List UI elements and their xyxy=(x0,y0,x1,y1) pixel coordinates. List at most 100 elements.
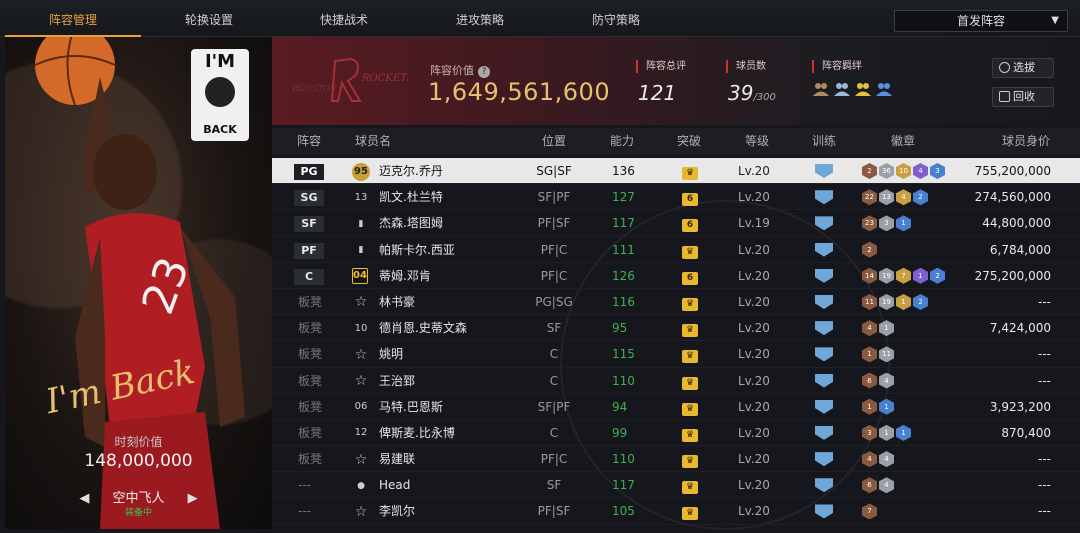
badges-cell[interactable]: 64 xyxy=(862,368,894,393)
recall-button[interactable]: 回收 xyxy=(992,87,1054,107)
breakthrough-cell[interactable]: 6 xyxy=(682,210,698,235)
training-cell[interactable] xyxy=(815,394,833,419)
chemistry-icons[interactable] xyxy=(812,81,893,97)
table-row[interactable]: PF ▮ 帕斯卡尔.西亚 PF|C 111 ♛ Lv.20 2 6,784,000 xyxy=(272,237,1080,263)
slot-cell[interactable]: PF xyxy=(294,237,324,262)
badges-cell[interactable]: 23 3 1 xyxy=(862,210,911,235)
next-skin-icon[interactable]: ▶ xyxy=(183,491,203,506)
header-power[interactable]: 能力 xyxy=(610,128,634,155)
chemistry-icon-2[interactable] xyxy=(833,81,851,97)
player-name[interactable]: 帕斯卡尔.西亚 xyxy=(379,237,455,262)
table-row[interactable]: 板凳 ☆ 姚明 C 115 ♛ Lv.20 1 11 --- xyxy=(272,341,1080,368)
training-cell[interactable] xyxy=(815,368,833,393)
player-name[interactable]: Head xyxy=(379,472,410,497)
player-name[interactable]: 姚明 xyxy=(379,341,403,366)
header-breakthrough[interactable]: 突破 xyxy=(677,128,701,155)
training-cell[interactable] xyxy=(815,289,833,314)
table-row[interactable]: 板凳 ☆ 林书豪 PG|SG 116 ♛ Lv.20 11 19 1 2 --- xyxy=(272,289,1080,316)
player-name[interactable]: 俾斯麦.比永博 xyxy=(379,420,455,445)
slot-cell[interactable]: 板凳 xyxy=(294,446,322,471)
breakthrough-cell[interactable]: 6 xyxy=(682,263,698,288)
training-cell[interactable] xyxy=(815,446,833,471)
training-cell[interactable] xyxy=(815,498,833,523)
slot-cell[interactable]: 板凳 xyxy=(294,420,322,445)
slot-cell[interactable]: C xyxy=(294,263,324,288)
badges-cell[interactable]: 41 xyxy=(862,315,894,340)
player-name[interactable]: 杰森.塔图姆 xyxy=(379,210,443,235)
badges-cell[interactable]: 44 xyxy=(862,446,894,471)
table-row[interactable]: 板凳 10 德肖恩.史蒂文森 SF 95 ♛ Lv.20 4 1 7,424,000 xyxy=(272,315,1080,342)
slot-cell[interactable]: 板凳 xyxy=(294,368,322,393)
breakthrough-cell[interactable]: ♛ xyxy=(682,158,698,183)
breakthrough-cell[interactable]: ♛ xyxy=(682,446,698,471)
training-cell[interactable] xyxy=(815,341,833,366)
chemistry-icon-1[interactable] xyxy=(812,81,830,97)
slot-cell[interactable]: 板凳 xyxy=(294,289,322,314)
table-row[interactable]: SF ▮ 杰森.塔图姆 PF|SF 117 6 Lv.19 23 3 1 44,800,000 xyxy=(272,210,1080,237)
slot-cell[interactable]: --- xyxy=(294,498,311,523)
badges-cell[interactable]: 64 xyxy=(862,472,894,497)
breakthrough-cell[interactable]: ♛ xyxy=(682,498,698,523)
table-row[interactable]: --- ☆ 李凯尔 PF|SF 105 ♛ Lv.20 7 --- xyxy=(272,498,1080,525)
player-name[interactable]: 李凯尔 xyxy=(379,498,415,523)
badges-cell[interactable]: 22 13 4 2 xyxy=(862,184,928,209)
player-name[interactable]: 林书豪 xyxy=(379,289,415,314)
breakthrough-cell[interactable]: ♛ xyxy=(682,420,698,445)
badges-cell[interactable]: 1 11 xyxy=(862,341,894,366)
training-cell[interactable] xyxy=(815,237,833,262)
player-name[interactable]: 王治郅 xyxy=(379,368,415,393)
table-row[interactable]: 板凳 ☆ 王治郅 C 110 ♛ Lv.20 6 4 --- xyxy=(272,368,1080,394)
training-cell[interactable] xyxy=(815,315,833,340)
badges-cell[interactable]: 2 xyxy=(862,237,877,262)
training-cell[interactable] xyxy=(815,184,833,209)
training-cell[interactable] xyxy=(815,420,833,445)
tab-defense-strategy[interactable]: 防守策略 xyxy=(548,0,684,37)
header-training[interactable]: 训练 xyxy=(812,128,836,155)
training-cell[interactable] xyxy=(815,263,833,288)
slot-cell[interactable]: SF xyxy=(294,210,324,235)
tab-quick-tactics[interactable]: 快捷战术 xyxy=(276,0,412,37)
badges-cell[interactable]: 14 19 7 1 2 xyxy=(862,263,945,288)
badges-cell[interactable]: 311 xyxy=(862,420,911,445)
breakthrough-cell[interactable]: 6 xyxy=(682,184,698,209)
slot-cell[interactable]: --- xyxy=(294,472,311,497)
player-name[interactable]: 蒂姆.邓肯 xyxy=(379,263,431,288)
training-cell[interactable] xyxy=(815,472,833,497)
lineup-dropdown[interactable]: 首发阵容 ▼ xyxy=(894,10,1068,32)
table-row[interactable]: 板凳 12 俾斯麦.比永博 C 99 ♛ Lv.20 3 1 1 870,400 xyxy=(272,420,1080,447)
breakthrough-cell[interactable]: ♛ xyxy=(682,394,698,419)
slot-cell[interactable]: SG xyxy=(294,184,324,209)
table-row[interactable]: 板凳 ☆ 易建联 PF|C 110 ♛ Lv.20 4 4 --- xyxy=(272,446,1080,473)
tab-offense-strategy[interactable]: 进攻策略 xyxy=(412,0,548,37)
table-row[interactable]: PG 95 迈克尔.乔丹 SG|SF 136 ♛ Lv.20 2 36 10 4 3 755,200,0… xyxy=(272,158,1080,185)
breakthrough-cell[interactable]: ♛ xyxy=(682,472,698,497)
slot-cell[interactable]: PG xyxy=(294,158,324,183)
header-worth[interactable]: 球员身价 xyxy=(1002,128,1050,155)
player-name[interactable]: 马特.巴恩斯 xyxy=(379,394,443,419)
table-row[interactable]: SG 13 凯文.杜兰特 SF|PF 127 6 Lv.20 22 13 4 2 274,560,00… xyxy=(272,184,1080,211)
tab-lineup-management[interactable]: 阵容管理 xyxy=(5,0,141,37)
draft-button[interactable]: 选拔 xyxy=(992,58,1054,78)
table-row[interactable]: C 04 蒂姆.邓肯 PF|C 126 6 Lv.20 14 19 7 1 2 275,200,000 xyxy=(272,263,1080,289)
chemistry-icon-3[interactable] xyxy=(854,81,872,97)
breakthrough-cell[interactable]: ♛ xyxy=(682,341,698,366)
player-name[interactable]: 德肖恩.史蒂文森 xyxy=(379,315,467,340)
prev-skin-icon[interactable]: ◀ xyxy=(74,491,94,506)
table-row[interactable]: --- ● Head SF 117 ♛ Lv.20 6 4 --- xyxy=(272,472,1080,499)
help-icon[interactable]: ? xyxy=(478,66,490,78)
slot-cell[interactable]: 板凳 xyxy=(294,315,322,340)
player-name[interactable]: 凯文.杜兰特 xyxy=(379,184,443,209)
table-row[interactable]: 板凳 06 马特.巴恩斯 SF|PF 94 ♛ Lv.20 1 1 3,923,200 xyxy=(272,394,1080,420)
chemistry-icon-4[interactable] xyxy=(875,81,893,97)
badges-cell[interactable]: 2 36 10 4 3 xyxy=(862,158,945,183)
training-cell[interactable] xyxy=(815,158,833,183)
header-badges[interactable]: 徽章 xyxy=(891,128,915,155)
badges-cell[interactable]: 11 xyxy=(862,394,894,419)
training-cell[interactable] xyxy=(815,210,833,235)
breakthrough-cell[interactable]: ♛ xyxy=(682,315,698,340)
header-level[interactable]: 等级 xyxy=(745,128,769,155)
slot-cell[interactable]: 板凳 xyxy=(294,394,322,419)
header-position[interactable]: 位置 xyxy=(542,128,566,155)
breakthrough-cell[interactable]: ♛ xyxy=(682,289,698,314)
badges-cell[interactable]: 11 19 1 2 xyxy=(862,289,928,314)
